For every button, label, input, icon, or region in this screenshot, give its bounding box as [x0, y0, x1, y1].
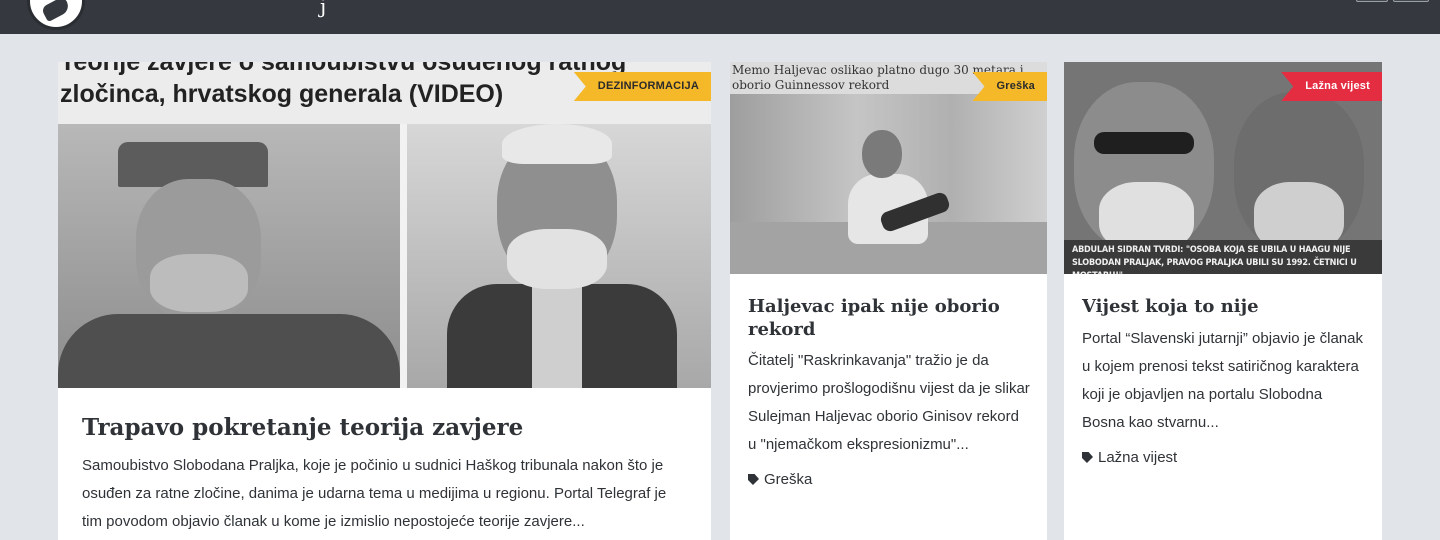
- tag-icon: [748, 474, 759, 485]
- photo-right: [407, 124, 711, 388]
- image-headline-line2: zločinca, hrvatskog generala (VIDEO): [60, 80, 504, 108]
- photo-left: [58, 124, 400, 388]
- site-logo[interactable]: [27, 0, 85, 30]
- hand-logo-icon: [40, 0, 72, 23]
- image-quote: ABDULAH SIDRAN TVRDI: "OSOBA KOJA SE UBI…: [1064, 240, 1382, 274]
- category-link[interactable]: Lažna vijest: [1082, 449, 1177, 466]
- article-image[interactable]: Teorije zavjere o samoubistvu osuđenog r…: [58, 62, 711, 388]
- article-card[interactable]: Memo Haljevac oslikao platno dugo 30 met…: [730, 62, 1047, 540]
- category-link[interactable]: Greška: [748, 471, 812, 488]
- category-label: Greška: [764, 471, 813, 488]
- category-label: Lažna vijest: [1098, 449, 1178, 466]
- article-excerpt: Samoubistvo Slobodana Praljka, koje je p…: [82, 457, 667, 530]
- rating-badge: DEZINFORMACIJA: [573, 72, 711, 101]
- header-button-2[interactable]: [1393, 0, 1429, 2]
- article-card-featured[interactable]: Teorije zavjere o samoubistvu osuđenog r…: [58, 62, 711, 540]
- article-title[interactable]: Haljevac ipak nije oborio rekord: [748, 295, 1008, 341]
- article-image[interactable]: ABDULAH SIDRAN TVRDI: "OSOBA KOJA SE UBI…: [1064, 62, 1382, 274]
- rating-badge: Lažna vijest: [1281, 72, 1382, 101]
- article-card[interactable]: ABDULAH SIDRAN TVRDI: "OSOBA KOJA SE UBI…: [1064, 62, 1382, 540]
- top-navbar: j: [0, 0, 1440, 34]
- site-title-fragment[interactable]: j: [320, 0, 326, 18]
- article-image[interactable]: Memo Haljevac oslikao platno dugo 30 met…: [730, 62, 1047, 274]
- header-button-1[interactable]: [1356, 0, 1388, 2]
- tag-icon: [1082, 452, 1093, 463]
- article-excerpt: Portal “Slavenski jutarnji” objavio je č…: [1082, 330, 1363, 431]
- article-title[interactable]: Trapavo pokretanje teorija zavjere: [82, 414, 523, 441]
- article-title[interactable]: Vijest koja to nije: [1082, 295, 1259, 318]
- image-headline-line1: Teorije zavjere o samoubistvu osuđenog r…: [60, 62, 627, 76]
- article-excerpt: Čitatelj "Raskrinkavanja" tražio je da p…: [748, 352, 1030, 453]
